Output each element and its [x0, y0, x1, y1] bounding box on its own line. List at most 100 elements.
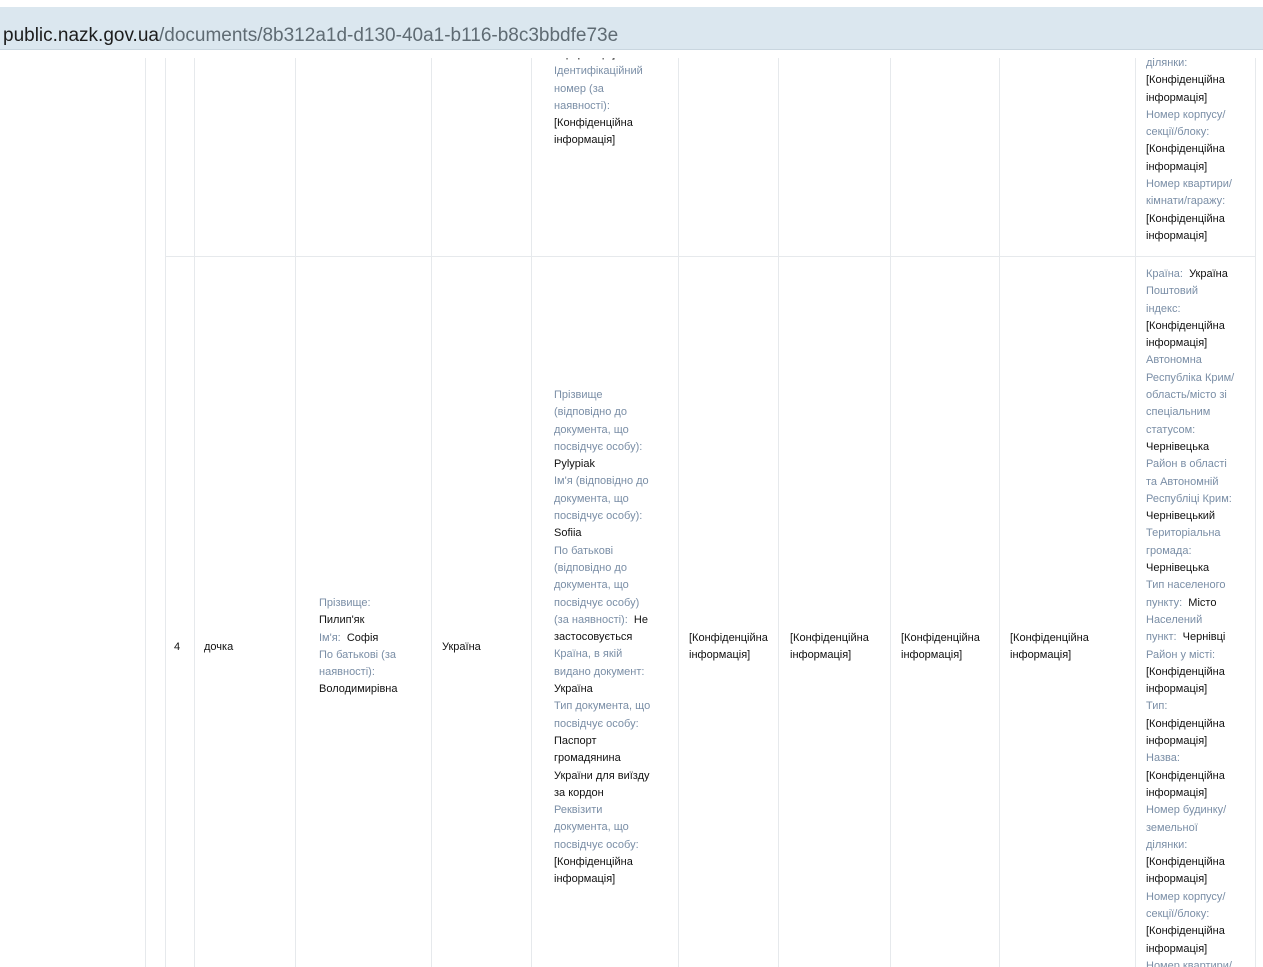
text-line: посвідчує особу:: [554, 837, 672, 854]
field-value: [Конфіденційна: [1146, 925, 1225, 938]
text-line: земельної: [1146, 820, 1252, 837]
text-line: інформація]: [554, 871, 672, 888]
text-line: Прізвище: [554, 387, 672, 404]
declaration-table: інформація] Ідентифікаційний номер (за наяв…: [0, 58, 1263, 967]
text-line: Номер корпусу/: [1146, 889, 1252, 906]
text-line: Тип:: [1146, 698, 1252, 715]
field-label: Республіка Крим/: [1146, 371, 1235, 384]
column-divider: [431, 58, 432, 967]
text-line: громада:: [1146, 543, 1252, 560]
field-label: документа, що: [554, 579, 629, 592]
field-label: Тип населеного: [1146, 579, 1226, 592]
field-label: Номер будинку/: [1146, 804, 1227, 817]
field-label: громада:: [1146, 544, 1192, 557]
prev-row-document-cell: інформація] Ідентифікаційний номер (за наяв…: [554, 58, 672, 150]
url-text[interactable]: public.nazk.gov.ua/documents/8b312a1d-d1…: [3, 25, 618, 47]
text-line: Номер квартири/: [1146, 958, 1252, 967]
text-line: інформація]: [1146, 228, 1246, 245]
url-path: /documents/8b312a1d-d130-40a1-b116-b8c3b…: [158, 25, 619, 46]
field-value: інформація]: [1146, 337, 1208, 350]
field-label: кімнати/гаражу:: [1146, 195, 1226, 208]
text-line: ділянки:: [1146, 837, 1252, 854]
field-label: спеціальним: [1146, 406, 1211, 419]
text-line: (відповідно до: [554, 404, 672, 421]
field-label: пункт:: [1146, 631, 1177, 644]
text-line: документа, що: [554, 819, 672, 836]
text-line: пункт: Чернівці: [1146, 629, 1252, 646]
column-divider: [531, 58, 532, 967]
text-line: [Конфіденційна: [1146, 768, 1252, 785]
document-cell: Прізвище (відповідно до документа, що посві…: [554, 387, 672, 889]
field-label: посвідчує особу:: [554, 717, 639, 730]
text-line: [Конфіденційна: [554, 854, 672, 871]
field-label: Населений: [1146, 613, 1203, 626]
confidential-cell-3: [Конфіденційна інформація]: [901, 630, 997, 665]
text-line: Номер корпусу/: [1146, 107, 1246, 124]
field-value: інформація]: [1010, 649, 1072, 662]
text-line: [Конфіденційна: [1146, 318, 1252, 335]
text-line: інформація]: [1146, 941, 1252, 958]
confidential-cell-1: [Конфіденційна інформація]: [689, 630, 777, 665]
text-line: пункту: Місто: [1146, 595, 1252, 612]
text-line: Номер будинку/: [1146, 802, 1252, 819]
text-line: Пилип'як: [319, 612, 427, 629]
text-line: секції/блоку:: [1146, 124, 1246, 141]
address-bar-field[interactable]: public.nazk.gov.ua/documents/8b312a1d-d1…: [0, 7, 1263, 50]
text-line: спеціальним: [1146, 404, 1252, 421]
url-host: public.nazk.gov.ua: [3, 25, 159, 46]
field-label: Район в області: [1146, 458, 1227, 471]
field-label: індекс:: [1146, 302, 1181, 315]
field-value: [Конфіденційна: [1146, 143, 1225, 156]
column-divider: [295, 58, 296, 967]
text-line: Район в області: [1146, 456, 1252, 473]
text-line: Країна: Україна: [1146, 266, 1252, 283]
text-line: інформація]: [1146, 871, 1252, 888]
text-line: Паспорт: [554, 733, 672, 750]
field-value: [Конфіденційна: [1146, 856, 1225, 869]
field-label: статусом:: [1146, 423, 1196, 436]
field-label: Республіці Крим:: [1146, 492, 1232, 505]
field-value: громадянина: [554, 752, 621, 765]
field-label: Країна, в якій: [554, 648, 623, 661]
field-value: Софія: [340, 631, 379, 644]
field-value: інформація]: [1146, 683, 1208, 696]
text-line: [Конфіденційна: [1146, 211, 1246, 228]
field-value: Місто: [1182, 596, 1217, 609]
field-label: Назва:: [1146, 752, 1180, 765]
field-label: Реквізити: [554, 804, 603, 817]
text-line: інформація]: [1146, 335, 1252, 352]
column-divider: [890, 58, 891, 967]
field-value: Не: [627, 613, 648, 626]
field-value: [Конфіденційна: [1146, 717, 1225, 730]
text-line: наявності):: [554, 98, 672, 115]
text-line: [Конфіденційна: [1146, 141, 1246, 158]
text-line: Чернівецька: [1146, 439, 1252, 456]
field-value: [Конфіденційна: [1146, 665, 1225, 678]
field-label: Тип документа, що: [554, 700, 651, 713]
text-line: ділянки:: [1146, 58, 1246, 72]
column-divider: [194, 58, 195, 967]
text-line: України для виїзду: [554, 768, 672, 785]
column-divider: [999, 58, 1000, 967]
text-line: інформація]: [1146, 90, 1246, 107]
text-line: [Конфіденційна: [1146, 716, 1252, 733]
text-line: Тип документа, що: [554, 698, 672, 715]
field-label: Територіальна: [1146, 527, 1221, 540]
field-label: Номер корпусу/: [1146, 108, 1226, 121]
text-line: Володимирівна: [319, 681, 427, 698]
field-label: секції/блоку:: [1146, 907, 1210, 920]
field-label: номер (за: [554, 82, 604, 95]
text-line: По батькові (за: [319, 647, 427, 664]
citizenship-cell: Україна: [442, 641, 481, 653]
field-value: Sofiia: [554, 527, 582, 540]
field-value: [Конфіденційна: [1146, 319, 1225, 332]
text-line: Ідентифікаційний: [554, 63, 672, 80]
field-label: пункту:: [1146, 596, 1183, 609]
field-value: інформація]: [1146, 91, 1208, 104]
text-line: громадянина: [554, 750, 672, 767]
browser-address-bar[interactable]: public.nazk.gov.ua/documents/8b312a1d-d1…: [0, 0, 1263, 58]
field-value: Чернівецький: [1146, 510, 1216, 523]
text-line: кімнати/гаражу:: [1146, 193, 1246, 210]
field-value: [Конфіденційна: [901, 632, 980, 644]
text-line: (за наявності): Не: [554, 612, 672, 629]
